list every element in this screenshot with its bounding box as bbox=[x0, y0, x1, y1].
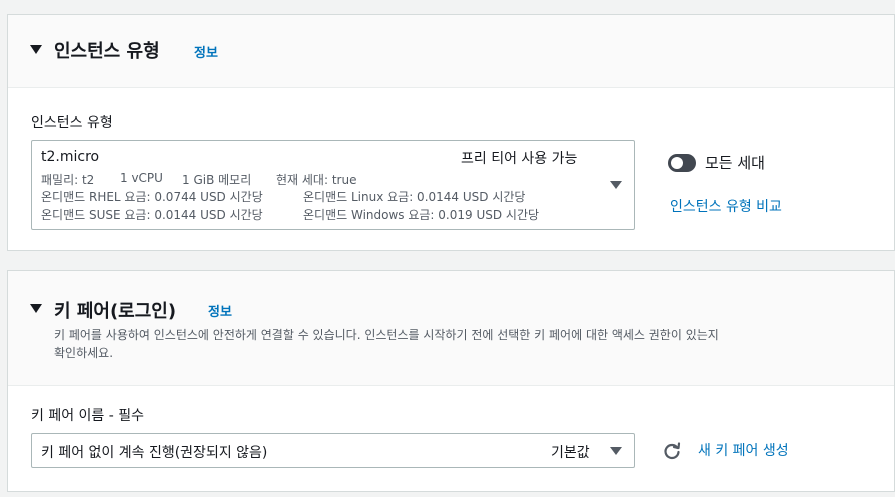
windows-price: 온디맨드 Windows 요금: 0.019 USD 시간당 bbox=[303, 208, 540, 222]
key-pair-selected-value: 키 페어 없이 계속 진행(권장되지 않음) bbox=[41, 445, 268, 461]
instance-type-select[interactable]: t2.micro 프리 티어 사용 가능 패밀리: t2 1 vCPU 1 Gi… bbox=[31, 140, 635, 230]
key-pair-select[interactable]: 키 페어 없이 계속 진행(권장되지 않음) 기본값 bbox=[31, 433, 635, 468]
instance-type-label: 인스턴스 유형 bbox=[31, 115, 113, 131]
instance-current-gen: 현재 세대: true bbox=[276, 173, 357, 187]
key-pair-header[interactable]: 키 페어(로그인) 정보 키 페어를 사용하여 인스턴스에 안전하게 연결할 수… bbox=[8, 271, 894, 386]
instance-type-name: t2.micro bbox=[41, 149, 100, 165]
key-pair-panel: 키 페어(로그인) 정보 키 페어를 사용하여 인스턴스에 안전하게 연결할 수… bbox=[7, 270, 895, 492]
key-pair-description-line2: 확인하세요. bbox=[54, 346, 114, 360]
create-key-pair-link[interactable]: 새 키 페어 생성 bbox=[698, 440, 789, 460]
instance-type-panel: 인스턴스 유형 정보 인스턴스 유형 t2.micro 프리 티어 사용 가능 … bbox=[7, 14, 895, 251]
key-pair-description-line1: 키 페어를 사용하여 인스턴스에 안전하게 연결할 수 있습니다. 인스턴스를 … bbox=[54, 328, 719, 342]
instance-vcpu: 1 vCPU bbox=[120, 171, 163, 185]
chevron-down-icon bbox=[610, 447, 622, 455]
info-link[interactable]: 정보 bbox=[208, 301, 232, 320]
toggle-knob bbox=[671, 157, 683, 169]
collapse-caret-icon[interactable] bbox=[30, 45, 42, 54]
all-generations-label: 모든 세대 bbox=[705, 154, 765, 172]
refresh-icon[interactable] bbox=[661, 440, 683, 462]
chevron-down-icon bbox=[610, 181, 622, 189]
collapse-caret-icon[interactable] bbox=[30, 304, 42, 313]
section-title: 인스턴스 유형 bbox=[54, 41, 160, 62]
instance-family: 패밀리: t2 bbox=[41, 173, 95, 187]
free-tier-badge: 프리 티어 사용 가능 bbox=[461, 151, 578, 167]
linux-price: 온디맨드 Linux 요금: 0.0144 USD 시간당 bbox=[303, 190, 526, 204]
info-link[interactable]: 정보 bbox=[194, 42, 218, 61]
suse-price: 온디맨드 SUSE 요금: 0.0144 USD 시간당 bbox=[41, 208, 263, 222]
section-title: 키 페어(로그인) bbox=[54, 301, 177, 322]
instance-memory: 1 GiB 메모리 bbox=[182, 173, 252, 187]
instance-type-header[interactable]: 인스턴스 유형 정보 bbox=[8, 15, 894, 88]
all-generations-toggle[interactable] bbox=[668, 154, 696, 172]
default-badge: 기본값 bbox=[551, 445, 590, 461]
compare-instance-types-link[interactable]: 인스턴스 유형 비교 bbox=[670, 196, 782, 216]
rhel-price: 온디맨드 RHEL 요금: 0.0744 USD 시간당 bbox=[41, 190, 263, 204]
key-pair-name-label: 키 페어 이름 - 필수 bbox=[31, 408, 145, 424]
